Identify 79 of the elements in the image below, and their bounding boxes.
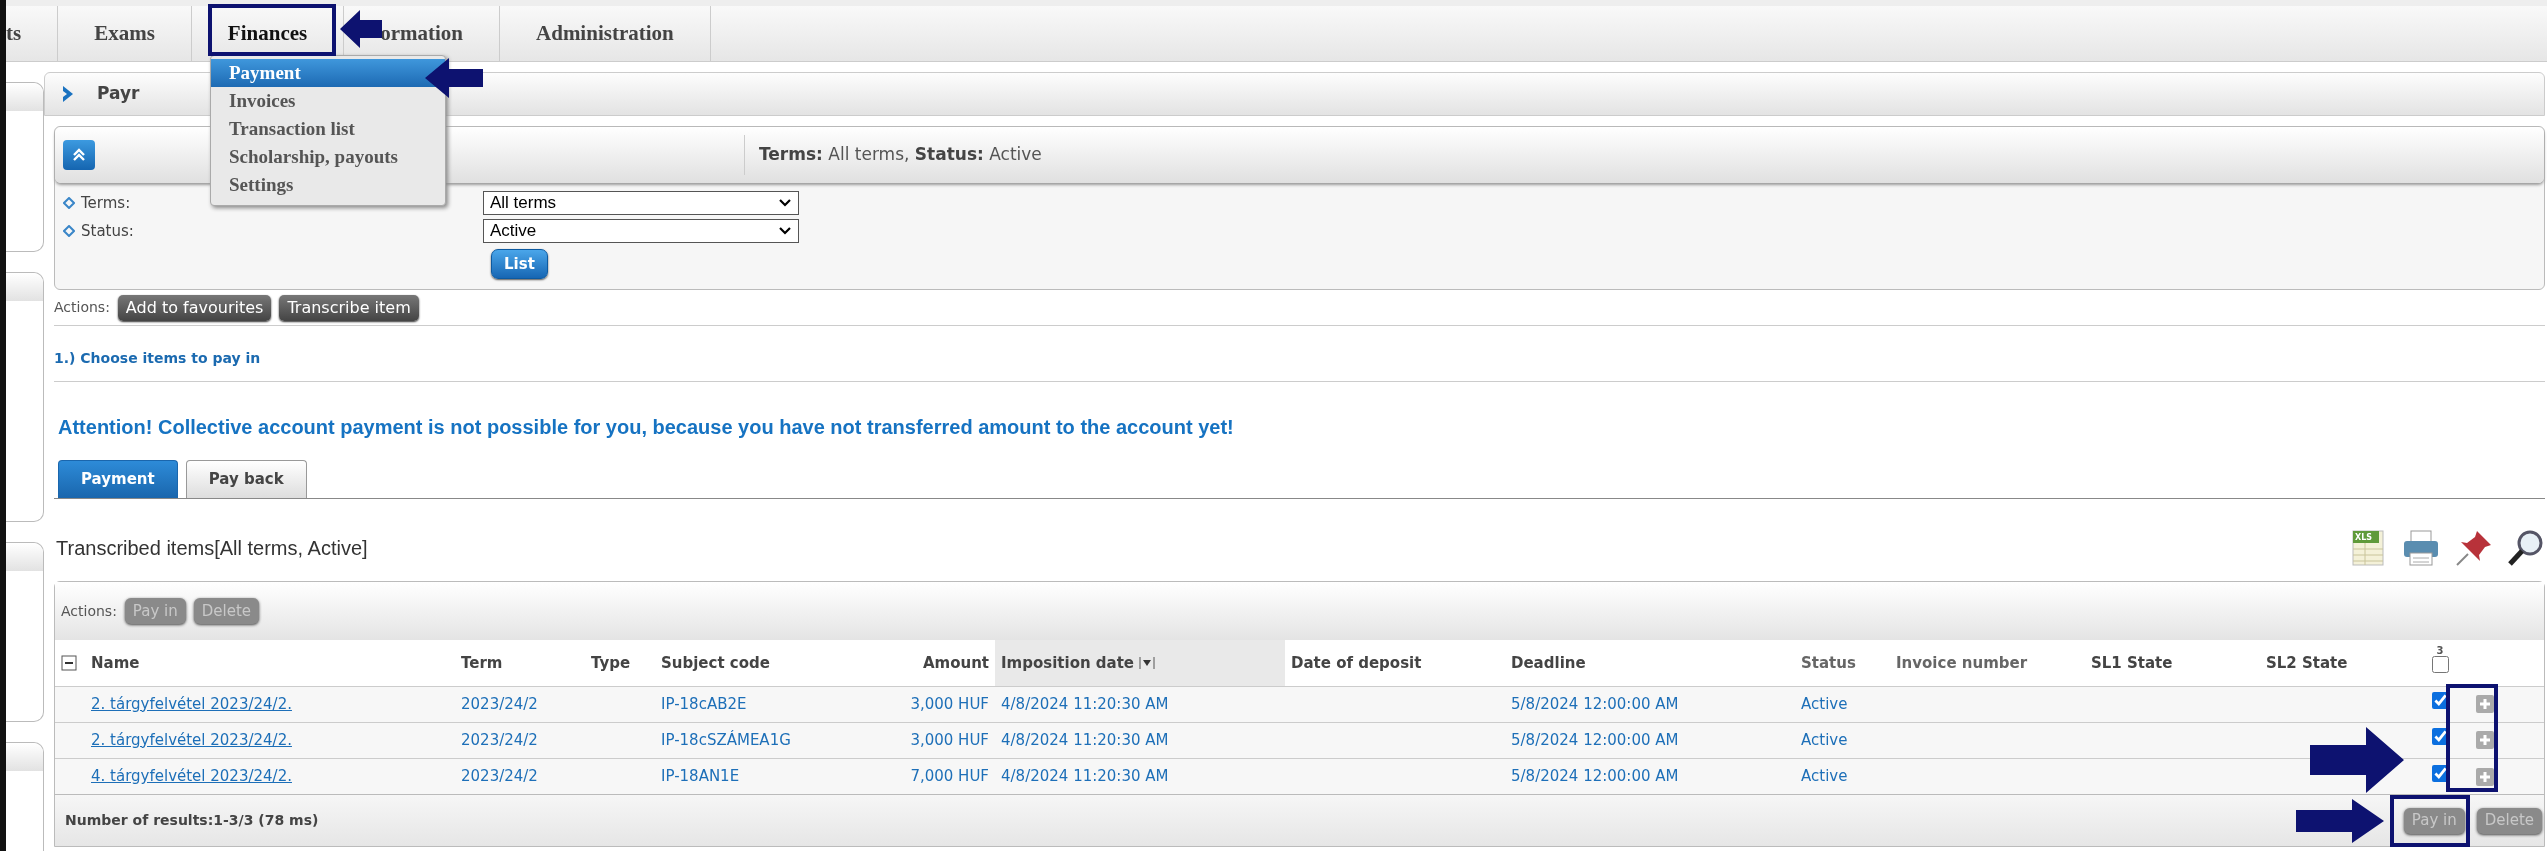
selection-count: 3 xyxy=(2435,646,2445,656)
panel-title: Payr xyxy=(97,82,140,106)
chevron-icon xyxy=(61,85,75,103)
table-cell: Active xyxy=(1801,694,1848,713)
diamond-icon xyxy=(63,197,75,209)
action-button[interactable]: Transcribe item xyxy=(279,294,419,321)
column-header[interactable]: Imposition date xyxy=(1001,653,1135,672)
collapse-icon[interactable] xyxy=(61,655,77,671)
table-cell: Active xyxy=(1801,730,1848,749)
arrow-icon xyxy=(2308,725,2406,795)
menu-item[interactable]: Invoices xyxy=(211,87,445,115)
table-cell: IP-18cSZÁMEA1G xyxy=(661,730,791,749)
table-cell: 4/8/2024 11:20:30 AM xyxy=(1001,767,1169,785)
table-cell: 3,000 HUF xyxy=(910,730,989,749)
tab[interactable]: Payment xyxy=(58,460,178,498)
table-cell: 5/8/2024 12:00:00 AM xyxy=(1511,694,1679,713)
results-count: Number of results:1-3/3 (78 ms) xyxy=(65,811,319,830)
column-header[interactable]: Term xyxy=(461,653,503,672)
table-cell: 5/8/2024 12:00:00 AM xyxy=(1511,767,1679,785)
row-checkbox[interactable] xyxy=(2431,692,2449,710)
table-cell: 2023/24/2 xyxy=(461,730,538,749)
table-cell: 7,000 HUF xyxy=(910,767,989,785)
caret-icon xyxy=(778,198,792,208)
action-button[interactable]: Add to favourites xyxy=(117,294,272,321)
menu-item[interactable]: Settings xyxy=(211,171,445,199)
list-button[interactable]: List xyxy=(491,249,548,279)
column-header[interactable]: SL1 State xyxy=(2091,653,2173,672)
column-header[interactable]: Deadline xyxy=(1511,653,1586,672)
collapse-button[interactable] xyxy=(63,140,95,170)
row-checkbox[interactable] xyxy=(2431,764,2449,782)
column-header[interactable]: Name xyxy=(91,653,140,672)
diamond-icon xyxy=(63,225,75,237)
table-cell: IP-18AN1E xyxy=(661,767,740,785)
column-header[interactable]: Status xyxy=(1801,653,1856,672)
section-heading: 1.) Choose items to pay in xyxy=(54,326,2545,382)
field-label: Terms: xyxy=(81,192,131,214)
select-all-checkbox[interactable] xyxy=(2431,656,2449,673)
arrow-icon xyxy=(338,8,384,50)
filter-summary: Terms: All terms, Status: Active xyxy=(759,143,1042,167)
select-field[interactable]: Active xyxy=(483,219,799,243)
table-cell: 4/8/2024 11:20:30 AM xyxy=(1001,730,1169,749)
column-header[interactable]: Subject code xyxy=(661,653,770,672)
printer-icon[interactable] xyxy=(2401,529,2441,567)
spreadsheet-icon[interactable]: XLS xyxy=(2351,529,2387,567)
table-cell: 3,000 HUF xyxy=(910,694,989,713)
table-cell: 5/8/2024 12:00:00 AM xyxy=(1511,730,1679,749)
nav-tab[interactable]: Administration xyxy=(536,17,674,50)
table-cell: 2023/24/2 xyxy=(461,694,538,713)
double-chevron-icon xyxy=(72,147,86,163)
search-icon[interactable] xyxy=(2507,529,2545,567)
nav-tab[interactable]: ormation xyxy=(380,17,464,50)
field-label: Status: xyxy=(81,220,134,242)
pin-icon[interactable] xyxy=(2455,529,2493,567)
list-title: Transcribed items[All terms, Active] xyxy=(56,536,368,561)
actions-label: Actions: xyxy=(54,298,110,317)
arrow-icon xyxy=(2294,798,2386,844)
menu-item[interactable]: Transaction list xyxy=(211,115,445,143)
column-header[interactable]: Invoice number xyxy=(1896,653,2028,672)
column-header[interactable]: SL2 State xyxy=(2266,653,2348,672)
caret-icon xyxy=(778,226,792,236)
column-header[interactable]: Amount xyxy=(922,653,989,672)
sort-icon[interactable] xyxy=(1139,656,1156,670)
table-cell: 4/8/2024 11:20:30 AM xyxy=(1001,694,1169,713)
menu-item[interactable]: Scholarship, payouts xyxy=(211,143,445,171)
nav-tab[interactable]: Exams xyxy=(94,17,155,50)
row-checkbox[interactable] xyxy=(2431,728,2449,746)
table-cell: IP-18cAB2E xyxy=(661,694,747,713)
column-header[interactable]: Date of deposit xyxy=(1291,653,1422,672)
column-header[interactable]: Type xyxy=(591,653,631,672)
nav-tab[interactable]: ts xyxy=(6,17,22,50)
table-cell: Active xyxy=(1801,767,1848,785)
tab[interactable]: Pay back xyxy=(185,460,307,498)
select-field[interactable]: All terms xyxy=(483,191,799,215)
attention-message: Attention! Collective account payment is not possible for you, because you have not transferred amount to the account yet! xyxy=(57,415,1235,440)
menu-item[interactable]: Payment xyxy=(211,59,445,87)
arrow-icon xyxy=(423,56,485,100)
nav-tab[interactable]: Finances xyxy=(227,17,308,50)
table-cell: 2023/24/2 xyxy=(461,767,538,785)
actions-label: Actions: xyxy=(61,601,117,621)
